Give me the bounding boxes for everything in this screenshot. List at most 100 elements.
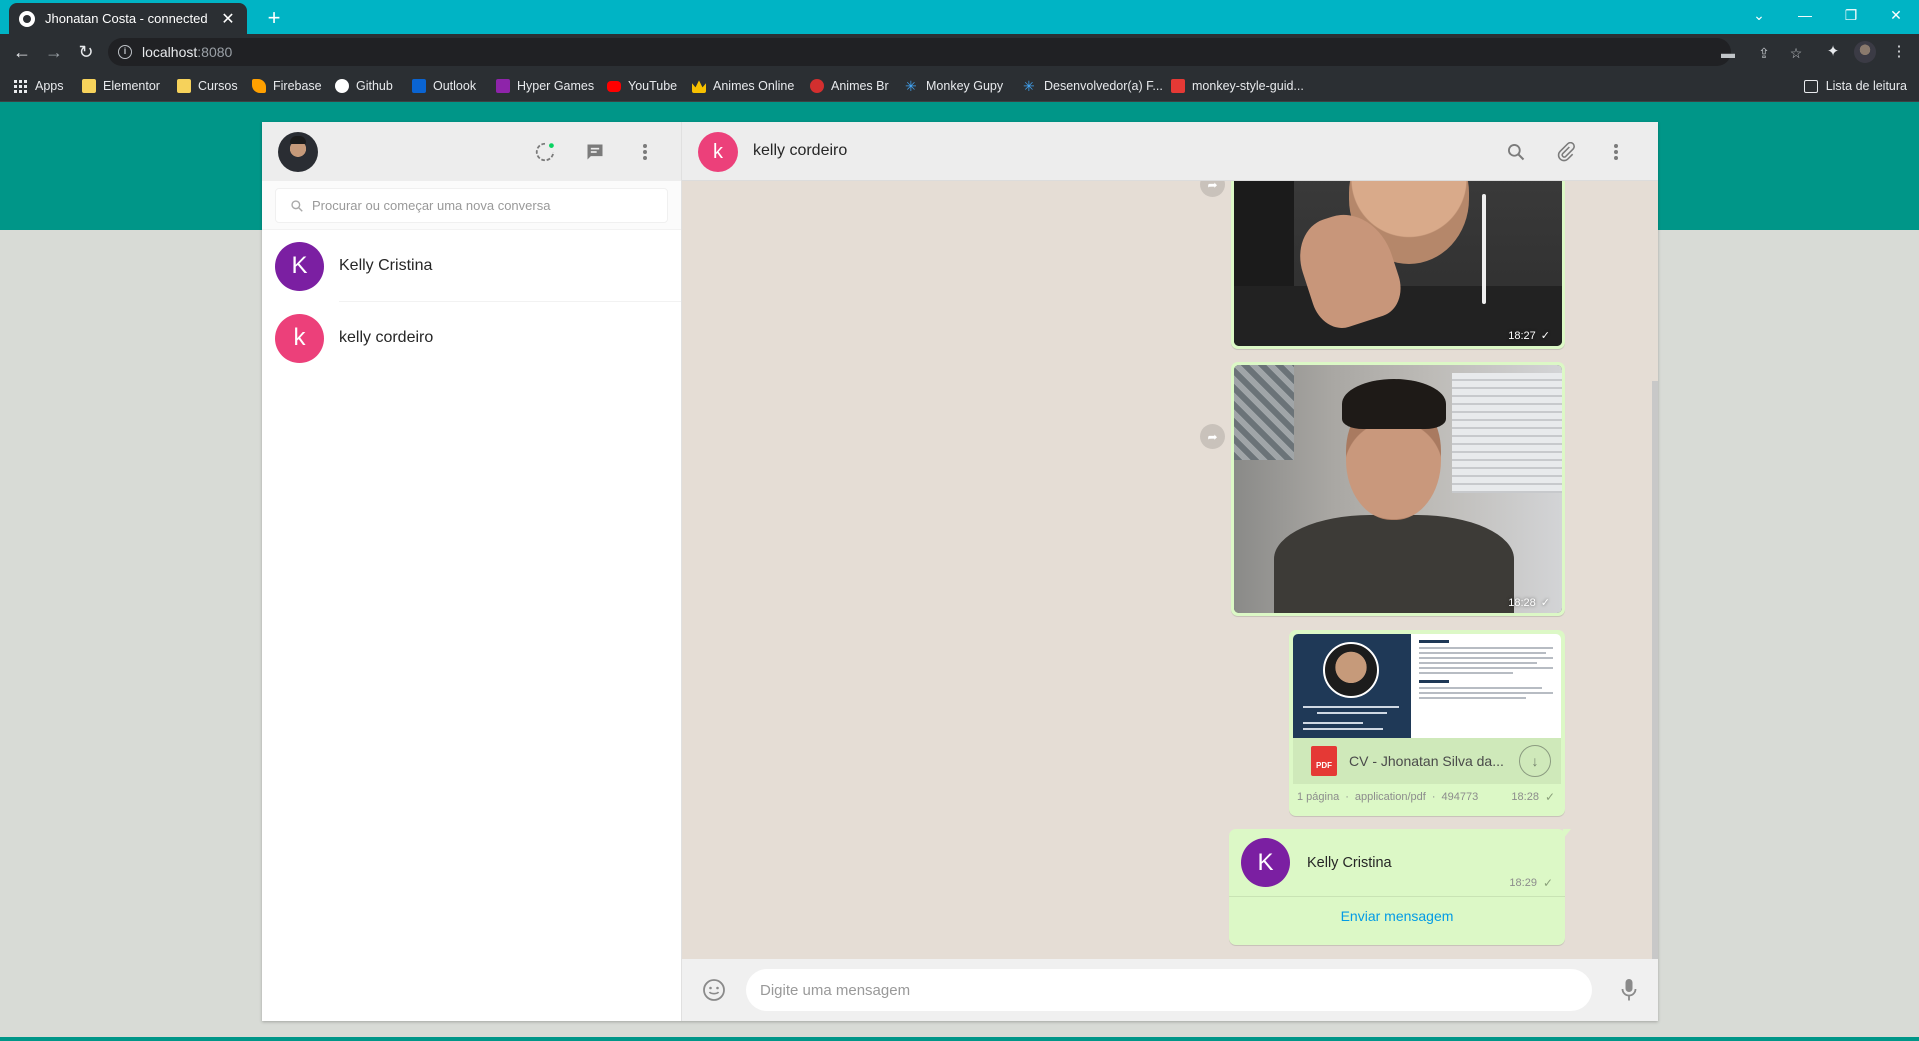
firebase-icon <box>252 79 266 93</box>
message-time: 18:27 ✓ <box>1508 329 1550 343</box>
search-input[interactable] <box>312 198 632 213</box>
send-message-link[interactable]: Enviar mensagem <box>1229 897 1565 935</box>
attach-paperclip-icon[interactable] <box>1551 137 1581 167</box>
image-message[interactable]: 18:28 ✓ <box>1231 362 1565 616</box>
chat-list-item[interactable]: k kelly cordeiro <box>262 302 681 374</box>
document-preview-photo <box>1323 642 1379 698</box>
photo-thumbnail[interactable]: 18:28 ✓ <box>1234 365 1562 613</box>
conversation-menu-icon[interactable] <box>1601 137 1631 167</box>
sidebar-menu-icon[interactable] <box>630 137 660 167</box>
microphone-icon[interactable] <box>1614 975 1644 1005</box>
photo-thumbnail[interactable]: 18:27 ✓ <box>1234 181 1562 346</box>
tab-close-icon[interactable]: ✕ <box>219 9 237 29</box>
url-port: :8080 <box>197 44 233 60</box>
bookmark-label: Outlook <box>433 79 477 93</box>
time-text: 18:29 <box>1509 877 1537 889</box>
document-preview-line <box>1303 706 1399 708</box>
new-tab-button[interactable]: + <box>260 4 288 32</box>
crown-icon <box>692 80 706 93</box>
minimize-button[interactable]: — <box>1782 0 1828 30</box>
message-input[interactable] <box>746 969 1592 1011</box>
bookmark-label: Firebase <box>273 79 322 93</box>
bookmark-star-icon[interactable]: ☆ <box>1786 43 1806 63</box>
forward-icon[interactable]: ➦ <box>1200 424 1225 449</box>
browser-menu-icon[interactable]: ⋮ <box>1886 39 1912 65</box>
site-info-icon[interactable]: i <box>118 45 132 59</box>
bookmark-github[interactable]: Github <box>335 76 393 96</box>
tab-favicon-icon <box>19 10 35 27</box>
bookmark-elementor[interactable]: Elementor <box>82 76 160 96</box>
document-message[interactable]: PDF CV - Jhonatan Silva da... ↓ 1 página… <box>1289 630 1565 816</box>
bookmark-label: Animes Br <box>831 79 889 93</box>
chat-app: K Kelly Cristina k kelly cordeiro k kell… <box>262 122 1658 1021</box>
message-time: 18:29 ✓ <box>1509 876 1553 890</box>
bookmark-cursos[interactable]: Cursos <box>177 76 238 96</box>
page-background: K Kelly Cristina k kelly cordeiro k kell… <box>0 102 1919 1041</box>
close-window-button[interactable]: ✕ <box>1873 0 1919 30</box>
reload-icon[interactable]: ↻ <box>73 39 99 65</box>
scrollbar-thumb[interactable] <box>1652 381 1658 961</box>
extensions-puzzle-icon[interactable]: ✦ <box>1820 39 1846 65</box>
share-icon[interactable]: ⇪ <box>1754 43 1774 63</box>
reading-list-label: Lista de leitura <box>1825 79 1907 93</box>
conversation-title[interactable]: kelly cordeiro <box>753 142 847 160</box>
message-list[interactable]: ➦ 18:27 ✓ ➦ 18:28 ✓ PDF CV - Jhonatan Si… <box>682 181 1658 959</box>
sidebar: K Kelly Cristina k kelly cordeiro <box>262 122 682 1021</box>
photo-detail <box>1452 373 1562 493</box>
browser-toolbar: ← → ↻ i localhost:8080 ▬ ⇪ ☆ ✦ ⋮ <box>0 34 1919 70</box>
bookmark-monkey-style-guide[interactable]: monkey-style-guid... <box>1171 76 1304 96</box>
maximize-button[interactable]: ❐ <box>1828 0 1874 30</box>
document-preview-line <box>1419 647 1553 649</box>
contact-card-message[interactable]: K Kelly Cristina 18:29 ✓ Enviar mensagem <box>1229 829 1571 945</box>
chat-list-item[interactable]: K Kelly Cristina <box>262 230 681 302</box>
download-icon[interactable]: ↓ <box>1519 745 1551 777</box>
bookmark-youtube[interactable]: YouTube <box>607 76 677 96</box>
document-size: 494773 <box>1441 791 1479 803</box>
time-text: 18:28 <box>1511 791 1539 803</box>
bookmark-label: Elementor <box>103 79 160 93</box>
bookmark-desenvolvedor[interactable]: ✳ Desenvolvedor(a) F... <box>1023 76 1163 96</box>
contact-avatar: K <box>275 241 324 291</box>
contact-card-avatar: K <box>1241 838 1290 887</box>
photo-detail <box>1482 194 1486 304</box>
tab-search-icon[interactable]: ⌄ <box>1736 0 1782 30</box>
forward-arrow-icon[interactable]: → <box>41 39 67 65</box>
bookmark-label: Desenvolvedor(a) F... <box>1044 79 1163 93</box>
bookmark-animes-online[interactable]: Animes Online <box>692 76 794 96</box>
contact-name: kelly cordeiro <box>339 329 434 346</box>
monkey-gupy-icon: ✳ <box>905 78 917 94</box>
bookmark-monkey-gupy[interactable]: ✳ Monkey Gupy <box>905 76 1003 96</box>
bookmark-firebase[interactable]: Firebase <box>252 76 322 96</box>
status-icon[interactable] <box>530 137 560 167</box>
apps-grid-icon <box>14 79 27 93</box>
message-scrollbar[interactable] <box>1652 181 1658 961</box>
image-message[interactable]: 18:27 ✓ <box>1231 181 1565 349</box>
back-arrow-icon[interactable]: ← <box>9 39 35 65</box>
bookmark-outlook[interactable]: Outlook <box>412 76 476 96</box>
conversation-avatar[interactable]: k <box>698 132 738 172</box>
browser-profile-avatar[interactable] <box>1854 41 1876 63</box>
camera-icon[interactable]: ▬ <box>1718 43 1738 63</box>
contact-card-header[interactable]: K Kelly Cristina 18:29 ✓ <box>1229 829 1565 897</box>
search-messages-icon[interactable] <box>1501 137 1531 167</box>
bookmark-animes-br[interactable]: Animes Br <box>810 76 889 96</box>
document-preview-line <box>1419 672 1513 674</box>
document-preview-line <box>1419 692 1553 694</box>
document-file-bar[interactable]: PDF CV - Jhonatan Silva da... ↓ <box>1293 738 1561 784</box>
document-file-name: CV - Jhonatan Silva da... <box>1349 753 1504 769</box>
bookmarks-bar: Apps Elementor Cursos Firebase Github Ou… <box>0 70 1919 102</box>
reading-list-button[interactable]: Lista de leitura <box>1803 76 1907 96</box>
document-preview-line <box>1419 687 1543 689</box>
user-avatar[interactable] <box>278 132 318 172</box>
bookmark-apps[interactable]: Apps <box>14 76 64 96</box>
document-preview-heading <box>1419 640 1449 643</box>
new-chat-icon[interactable] <box>580 137 610 167</box>
browser-tab[interactable]: Jhonatan Costa - connected ✕ <box>9 3 247 34</box>
document-preview[interactable] <box>1293 634 1561 738</box>
emoji-icon[interactable] <box>699 975 729 1005</box>
bookmark-hyper-games[interactable]: Hyper Games <box>496 76 594 96</box>
address-bar[interactable]: i localhost:8080 ▬ ⇪ ☆ <box>108 38 1802 66</box>
forward-icon[interactable]: ➦ <box>1200 181 1225 197</box>
search-bar <box>275 188 668 223</box>
hyper-games-icon <box>496 79 510 93</box>
